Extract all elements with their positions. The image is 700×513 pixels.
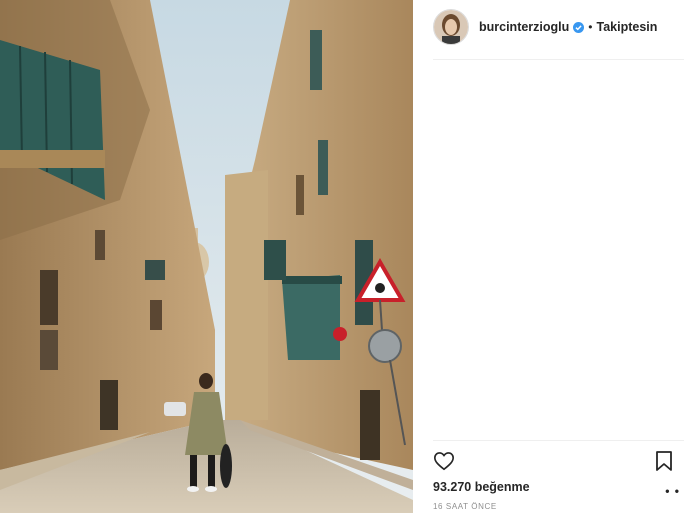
verified-badge-icon (573, 21, 585, 33)
avatar[interactable] (433, 9, 469, 45)
post-sidebar: burcinterzioglu • Takiptesin 93.270 beğe… (413, 0, 700, 513)
instagram-post: burcinterzioglu • Takiptesin 93.270 beğe… (0, 0, 700, 513)
street-photo-image (0, 0, 413, 513)
post-photo[interactable] (0, 0, 413, 513)
header-divider (433, 59, 684, 60)
post-actions (433, 450, 684, 474)
post-timestamp: 16 SAAT ÖNCE (433, 502, 497, 511)
heart-icon[interactable] (433, 450, 455, 472)
actions-divider (433, 440, 684, 441)
avatar-image (434, 10, 468, 44)
more-options-icon[interactable]: • • (665, 484, 680, 498)
bookmark-icon[interactable] (654, 450, 674, 472)
post-header: burcinterzioglu • Takiptesin (433, 8, 684, 46)
like-count[interactable]: 93.270 beğenme (433, 480, 530, 494)
follow-status[interactable]: Takiptesin (596, 20, 657, 34)
username[interactable]: burcinterzioglu (479, 20, 569, 34)
separator-dot: • (588, 20, 593, 34)
